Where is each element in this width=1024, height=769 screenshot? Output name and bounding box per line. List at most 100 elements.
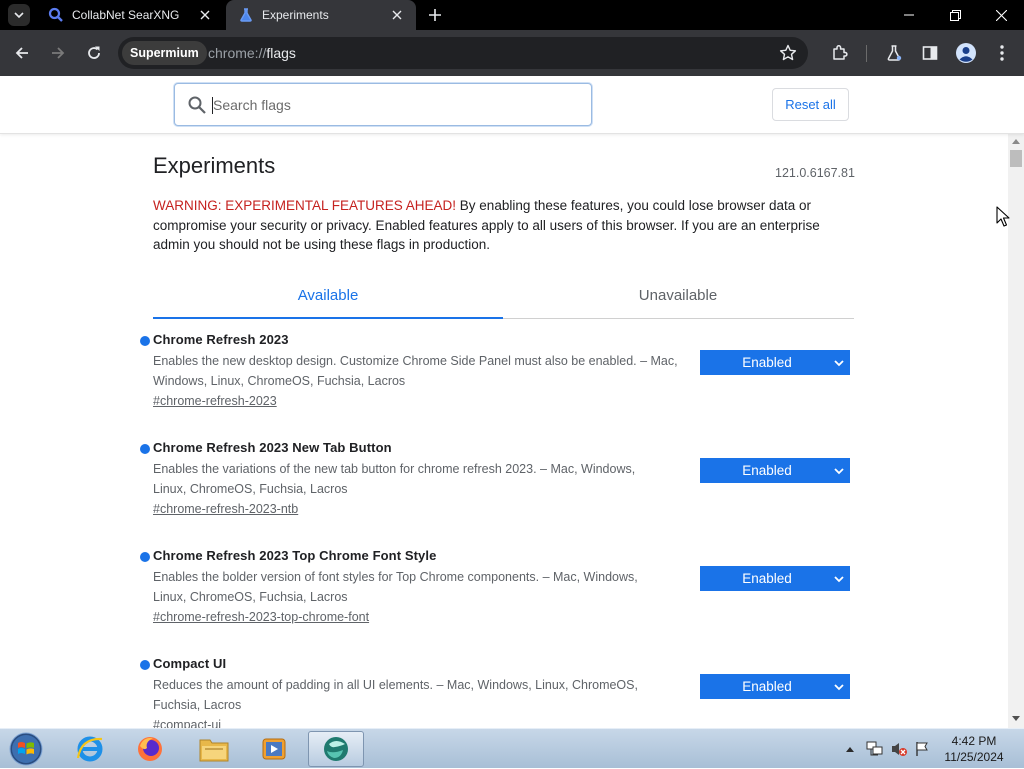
scrollbar-thumb[interactable] [1010,150,1022,167]
page-title: Experiments [153,153,276,178]
reset-all-button[interactable]: Reset all [772,88,849,121]
clock-time: 4:42 PM [951,734,997,748]
close-icon[interactable] [388,6,406,24]
network-icon [866,741,883,756]
experiment-link[interactable]: #chrome-refresh-2023-top-chrome-font [153,610,369,624]
forward-button[interactable] [44,39,72,67]
chevron-down-icon [14,12,24,19]
search-input[interactable] [211,92,571,118]
search-box[interactable] [174,83,592,126]
flask-icon [887,45,902,61]
clock-date: 11/25/2024 [944,750,1004,764]
experiment-description: Enables the variations of the new tab bu… [153,462,636,496]
search-icon [48,7,63,22]
experiment-name: Chrome Refresh 2023 Top Chrome Font Styl… [153,548,437,563]
side-panel-button[interactable] [916,39,944,67]
site-chip[interactable]: Supermium [122,41,207,65]
text-caret [212,97,213,114]
experiment-state-select[interactable]: Enabled [700,458,850,483]
back-button[interactable] [8,39,36,67]
tab-search-button[interactable] [8,4,30,26]
mouse-cursor-icon [996,206,1010,227]
chevron-down-icon [834,684,844,691]
chevron-down-icon [834,576,844,583]
tray-network[interactable] [864,729,886,769]
warning-strong: WARNING: EXPERIMENTAL FEATURES AHEAD! [153,198,457,213]
bookmark-star-icon[interactable] [776,41,800,65]
file-explorer-icon [199,739,229,762]
labs-button[interactable] [880,39,908,67]
extensions-button[interactable] [826,39,854,67]
start-button[interactable] [6,730,46,768]
reload-button[interactable] [80,39,108,67]
flask-icon [240,8,252,22]
experiment-state-select[interactable]: Enabled [700,566,850,591]
profile-button[interactable] [952,39,980,67]
experiment-state-select[interactable]: Enabled [700,350,850,375]
select-value: Enabled [742,463,792,478]
system-clock[interactable]: 4:42 PM 11/25/2024 [930,733,1018,765]
experiment-description: Enables the bolder version of font style… [153,570,638,604]
tray-show-hidden[interactable] [842,729,858,769]
experiment-link[interactable]: #chrome-refresh-2023-ntb [153,502,298,516]
close-icon [995,9,1007,21]
experiment-link[interactable]: #compact-ui [153,718,221,728]
close-icon[interactable] [196,6,214,24]
chevron-up-icon [846,747,854,752]
puzzle-icon [833,44,848,60]
chevron-down-icon [834,468,844,475]
address-bar[interactable]: Supermium chrome://flags [118,37,808,69]
internet-explorer-icon [76,736,103,762]
arrow-right-icon [52,47,65,59]
new-tab-button[interactable] [424,4,446,26]
warning-text: WARNING: EXPERIMENTAL FEATURES AHEAD! By… [153,196,853,255]
supermium-icon [324,737,348,761]
experiment-name: Compact UI [153,656,227,671]
url-text[interactable]: chrome://flags [208,37,296,69]
taskbar-supermium[interactable] [308,731,364,767]
flags-tabs: Available Unavailable [153,277,854,319]
taskbar-file-explorer[interactable] [186,731,242,767]
menu-button[interactable] [988,39,1016,67]
restore-icon [949,9,961,21]
vertical-scrollbar[interactable] [1008,134,1024,728]
windows-taskbar: 4:42 PM 11/25/2024 [0,728,1024,768]
tab-unavailable[interactable]: Unavailable [503,277,853,319]
scroll-up-icon[interactable] [1012,138,1020,144]
minimize-button[interactable] [886,0,932,30]
select-value: Enabled [742,571,792,586]
tab-title: CollabNet SearXNG [72,8,180,22]
version-label: 121.0.6167.81 [775,166,855,180]
firefox-icon [138,737,162,761]
tab-available[interactable]: Available [153,277,503,319]
restore-button[interactable] [932,0,978,30]
plus-icon [429,9,441,21]
flags-content: Experiments 121.0.6167.81 WARNING: EXPER… [0,134,1008,728]
reload-icon [88,46,100,59]
media-player-icon [262,738,286,760]
experiment-link[interactable]: #chrome-refresh-2023 [153,394,277,408]
scroll-down-icon[interactable] [1012,716,1020,722]
experiment-compact-ui: Compact UI Reduces the amount of padding… [140,656,860,728]
tab-experiments[interactable]: Experiments [226,0,416,30]
experiment-chrome-refresh-2023-top-chrome-font: Chrome Refresh 2023 Top Chrome Font Styl… [140,548,860,652]
experiment-name: Chrome Refresh 2023 [153,332,289,347]
tab-searxng[interactable]: CollabNet SearXNG [36,0,224,30]
tray-action-center[interactable] [912,729,932,769]
tab-title: Experiments [262,8,329,22]
taskbar-firefox[interactable] [122,731,178,767]
experiment-state-select[interactable]: Enabled [700,674,850,699]
experiment-chrome-refresh-2023-ntb: Chrome Refresh 2023 New Tab Button Enabl… [140,440,860,544]
enabled-dot [140,444,150,454]
tray-volume[interactable] [888,729,910,769]
taskbar-media-player[interactable] [246,731,302,767]
close-window-button[interactable] [978,0,1024,30]
flag-icon [916,742,928,756]
toolbar-divider [866,45,867,62]
taskbar-internet-explorer[interactable] [62,731,118,767]
search-icon [188,96,206,114]
chevron-down-icon [834,360,844,367]
experiment-chrome-refresh-2023: Chrome Refresh 2023 Enables the new desk… [140,332,860,436]
volume-muted-icon [892,743,907,756]
tab-strip: CollabNet SearXNG Experiments [0,0,1024,30]
